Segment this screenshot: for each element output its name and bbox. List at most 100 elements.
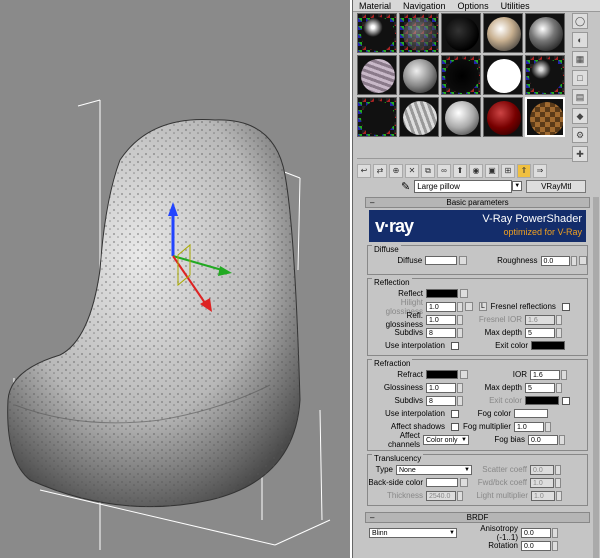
material-slot[interactable] <box>357 13 397 53</box>
sample-tools: ◯ ◐ ▦ □ ▤ ◆ ⚙ ✚ <box>569 13 591 162</box>
group-reflection: Reflection Reflect Hilight glossiness 1.… <box>367 278 588 356</box>
scatter-coeff-input[interactable]: 0.0 <box>530 464 554 475</box>
material-slot[interactable] <box>483 97 523 137</box>
show-map-icon[interactable]: ▣ <box>485 163 499 178</box>
material-effects-icon[interactable]: ◉ <box>469 163 483 178</box>
go-to-parent-icon[interactable]: ⇑ <box>517 163 531 178</box>
refl-subdivs-input[interactable]: 8 <box>426 327 456 338</box>
rotation-input[interactable]: 0.0 <box>521 540 551 551</box>
show-end-result-icon[interactable]: ⊞ <box>501 163 515 178</box>
material-slot[interactable] <box>441 97 481 137</box>
assign-material-icon[interactable]: ⊕ <box>389 163 403 178</box>
material-name-field[interactable]: Large pillow <box>414 179 513 193</box>
fog-bias-input[interactable]: 0.0 <box>528 434 558 445</box>
refr-maxdepth-input[interactable]: 5 <box>525 382 555 393</box>
sample-uv-icon[interactable]: □ <box>572 70 588 86</box>
sphere-type-icon[interactable]: ◯ <box>572 13 588 29</box>
reset-map-icon[interactable]: ✕ <box>405 163 419 178</box>
eyedropper-icon[interactable]: ✎ <box>401 180 410 193</box>
material-slot-selected[interactable] <box>525 97 565 137</box>
rollout-scrollbar[interactable] <box>593 197 599 558</box>
material-name-row: ✎ Large pillow VRayMtl <box>357 178 595 194</box>
diffuse-color-swatch[interactable] <box>425 256 457 265</box>
material-slot[interactable] <box>441 55 481 95</box>
light-multiplier-input[interactable]: 1.0 <box>531 490 555 501</box>
select-by-material-icon[interactable]: ✚ <box>572 146 588 162</box>
reflect-map-button[interactable] <box>460 289 468 298</box>
material-slot[interactable] <box>399 55 439 95</box>
refract-color-swatch[interactable] <box>426 370 458 379</box>
backlight-icon[interactable]: ◐ <box>572 32 588 48</box>
fog-bias-label: Fog bias <box>494 435 525 444</box>
anisotropy-input[interactable]: 0.0 <box>521 527 551 538</box>
backside-map-button[interactable] <box>460 478 468 487</box>
roughness-map-button[interactable] <box>579 256 587 265</box>
thickness-label: Thickness <box>386 491 423 500</box>
hilight-glossiness-input[interactable]: 1.0 <box>426 301 456 312</box>
material-slot[interactable] <box>357 97 397 137</box>
refl-interp-checkbox[interactable] <box>451 341 459 350</box>
put-to-scene-icon[interactable]: ⇄ <box>373 163 387 178</box>
backside-color-swatch[interactable] <box>426 478 458 487</box>
material-slot[interactable] <box>525 55 565 95</box>
hilight-map-button[interactable] <box>465 302 473 311</box>
backside-color-label: Back-side color <box>368 478 423 487</box>
affect-shadows-checkbox[interactable] <box>451 422 459 431</box>
copy-material-icon[interactable]: ⧉ <box>421 163 435 178</box>
options-icon[interactable]: ⚙ <box>572 127 588 143</box>
video-check-icon[interactable]: ▤ <box>572 89 588 105</box>
refr-interp-checkbox[interactable] <box>451 409 459 418</box>
refr-subdivs-label: Subdivs <box>394 396 423 405</box>
material-name-dropdown[interactable] <box>512 181 523 191</box>
material-slot[interactable] <box>399 97 439 137</box>
menu-options[interactable]: Options <box>452 1 495 11</box>
fog-color-swatch[interactable] <box>514 409 548 418</box>
fwd-bck-coeff-input[interactable]: 1.0 <box>530 477 554 488</box>
diffuse-map-button[interactable] <box>458 256 467 265</box>
material-slot[interactable] <box>399 13 439 53</box>
make-preview-icon[interactable]: ◆ <box>572 108 588 124</box>
thickness-input[interactable]: 2540.0 <box>426 490 456 501</box>
brdf-type-dropdown[interactable]: Blinn <box>369 527 457 538</box>
fog-multiplier-input[interactable]: 1.0 <box>514 421 544 432</box>
refract-map-button[interactable] <box>460 370 468 379</box>
material-slot[interactable] <box>483 55 523 95</box>
material-slot[interactable] <box>357 55 397 95</box>
refl-maxdepth-input[interactable]: 5 <box>525 327 555 338</box>
rollout-brdf-header[interactable]: – BRDF <box>365 512 590 523</box>
menu-utilities[interactable]: Utilities <box>495 1 536 11</box>
put-to-library-icon[interactable]: ⬆ <box>453 163 467 178</box>
trans-type-dropdown[interactable]: None <box>396 464 472 475</box>
background-checker-icon[interactable]: ▦ <box>572 51 588 67</box>
material-type-button[interactable]: VRayMtl <box>526 179 587 193</box>
get-material-icon[interactable]: ↩ <box>357 163 371 178</box>
roughness-input[interactable]: 0.0 <box>540 255 571 266</box>
refl-exit-color[interactable] <box>531 341 565 350</box>
menu-material[interactable]: Material <box>353 1 397 11</box>
refr-subdivs-input[interactable]: 8 <box>426 395 456 406</box>
fog-multiplier-label: Fog multiplier <box>462 422 511 431</box>
material-editor: Material Navigation Options Utilities ◯ … <box>352 0 600 558</box>
group-diffuse: Diffuse Diffuse Roughness 0.0 <box>367 245 588 275</box>
material-slot[interactable] <box>441 13 481 53</box>
refr-glossiness-input[interactable]: 1.0 <box>426 382 456 393</box>
affect-channels-dropdown[interactable]: Color only <box>423 434 469 445</box>
material-slot[interactable] <box>483 13 523 53</box>
make-unique-icon[interactable]: ∞ <box>437 163 451 178</box>
group-refraction: Refraction Refract IOR 1.6 Glossiness 1.… <box>367 359 588 451</box>
fwd-bck-coeff-label: Fwd/bck coeff <box>477 478 527 487</box>
fresnel-checkbox[interactable] <box>561 302 570 311</box>
refl-glossiness-input[interactable]: 1.0 <box>426 314 456 325</box>
lock-button[interactable]: L <box>479 302 487 311</box>
refr-exit-color[interactable] <box>525 396 559 405</box>
menubar: Material Navigation Options Utilities <box>353 0 600 12</box>
ior-input[interactable]: 1.6 <box>530 369 560 380</box>
go-forward-icon[interactable]: ⇒ <box>533 163 547 178</box>
menu-navigation[interactable]: Navigation <box>397 1 452 11</box>
reflect-color-swatch[interactable] <box>426 289 458 298</box>
material-slot[interactable] <box>525 13 565 53</box>
viewport-3d[interactable] <box>0 0 351 558</box>
fresnel-ior-input[interactable]: 1.6 <box>525 314 555 325</box>
rollout-basic-header[interactable]: – Basic parameters <box>365 197 590 208</box>
refr-exit-checkbox[interactable] <box>562 396 570 405</box>
